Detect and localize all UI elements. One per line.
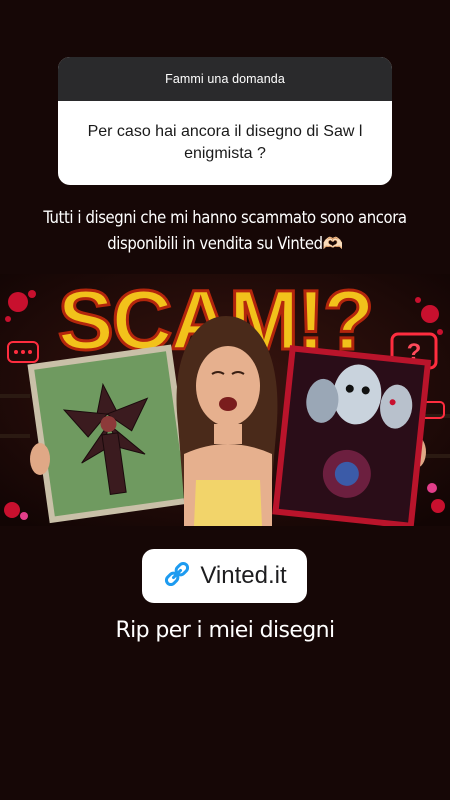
link-label: Vinted.it [200,562,287,589]
answer-text: Tutti i disegni che mi hanno scammato so… [43,208,407,253]
question-sticker[interactable]: Fammi una domanda Per caso hai ancora il… [58,57,392,185]
video-thumbnail: ? SCAM!? [0,274,450,526]
right-drawing-canvas [272,345,432,526]
person-figure [176,316,278,526]
link-icon [162,559,192,594]
question-text: Per caso hai ancora il disegno di Saw l … [87,123,363,162]
question-sticker-header: Fammi una domanda [58,57,392,101]
story-caption: Rip per i miei disegni [115,618,335,643]
link-sticker[interactable]: Vinted.it [142,549,307,603]
left-drawing-canvas [27,344,194,524]
